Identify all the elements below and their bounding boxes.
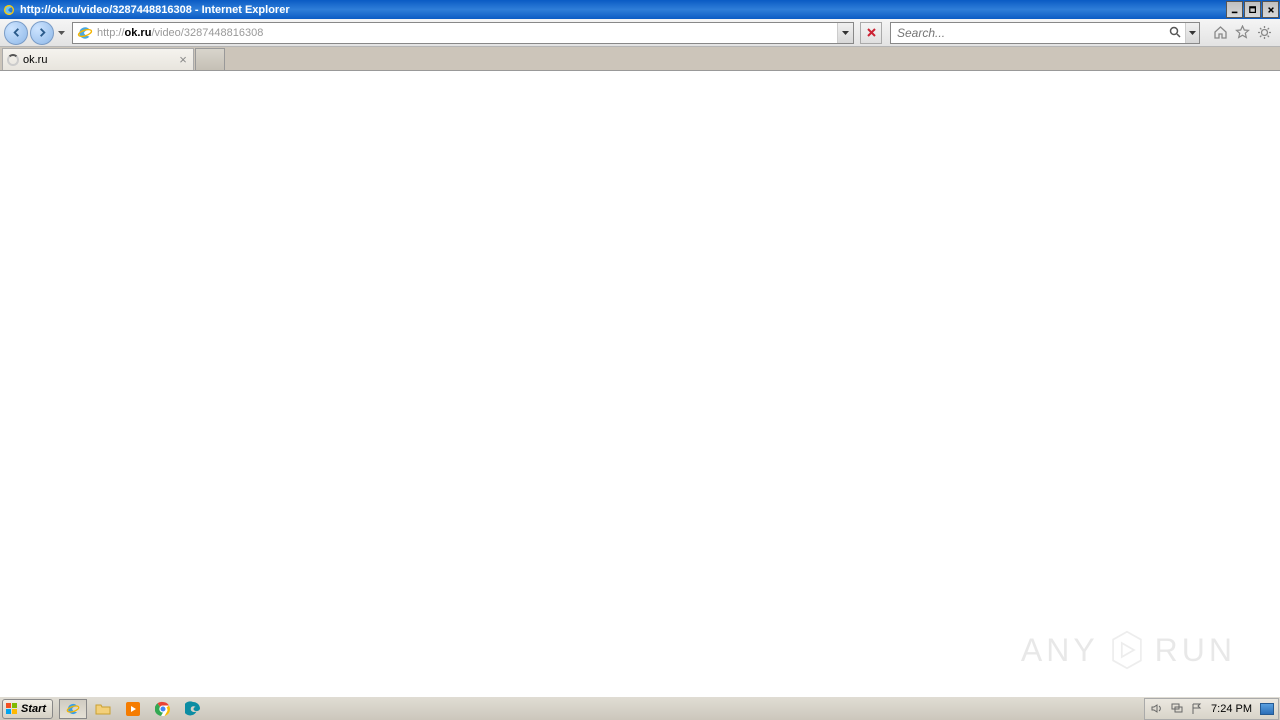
forward-button[interactable] <box>30 21 54 45</box>
window-controls <box>1226 0 1280 19</box>
browser-toolbar: http://ok.ru/video/3287448816308 <box>0 19 1280 47</box>
taskbar-edge-icon[interactable] <box>179 699 207 719</box>
start-button[interactable]: Start <box>2 699 53 719</box>
quick-launch <box>59 697 207 720</box>
window-titlebar: http://ok.ru/video/3287448816308 - Inter… <box>0 0 1280 19</box>
search-input[interactable] <box>891 23 1165 43</box>
url-text: http://ok.ru/video/3287448816308 <box>97 27 263 39</box>
taskbar-explorer-icon[interactable] <box>89 699 117 719</box>
tools-icon[interactable] <box>1256 25 1272 41</box>
taskbar-ie-icon[interactable] <box>59 699 87 719</box>
minimize-button[interactable] <box>1226 1 1243 18</box>
volume-icon[interactable] <box>1149 702 1163 716</box>
taskbar-chrome-icon[interactable] <box>149 699 177 719</box>
new-tab-button[interactable] <box>195 48 225 70</box>
taskbar-media-icon[interactable] <box>119 699 147 719</box>
browser-tab[interactable]: ok.ru × <box>2 48 194 70</box>
window-title: http://ok.ru/video/3287448816308 - Inter… <box>20 4 1226 16</box>
search-go-button[interactable] <box>1165 23 1185 43</box>
close-button[interactable] <box>1262 1 1279 18</box>
tab-close-button[interactable]: × <box>177 54 189 66</box>
maximize-button[interactable] <box>1244 1 1261 18</box>
tab-title: ok.ru <box>23 54 173 66</box>
start-label: Start <box>21 703 46 715</box>
watermark: ANY RUN <box>1021 630 1236 670</box>
page-icon <box>76 24 94 42</box>
flag-icon[interactable] <box>1189 702 1203 716</box>
tab-bar: ok.ru × <box>0 47 1280 71</box>
clock[interactable]: 7:24 PM <box>1209 703 1254 715</box>
loading-spinner-icon <box>7 54 19 66</box>
nav-history-dropdown[interactable] <box>56 22 66 44</box>
address-bar[interactable]: http://ok.ru/video/3287448816308 <box>72 22 854 44</box>
windows-flag-icon <box>5 702 19 716</box>
search-provider-dropdown[interactable] <box>1185 23 1199 43</box>
taskbar: Start 7:24 PM <box>0 696 1280 720</box>
devices-icon[interactable] <box>1169 702 1183 716</box>
back-button[interactable] <box>4 21 28 45</box>
page-content <box>0 71 1280 696</box>
search-box[interactable] <box>890 22 1200 44</box>
toolbar-icons <box>1212 25 1272 41</box>
favorites-icon[interactable] <box>1234 25 1250 41</box>
address-dropdown[interactable] <box>837 23 853 43</box>
ie-icon <box>2 3 16 17</box>
show-desktop-icon[interactable] <box>1260 703 1274 715</box>
system-tray: 7:24 PM <box>1144 698 1279 720</box>
stop-button[interactable] <box>860 22 882 44</box>
home-icon[interactable] <box>1212 25 1228 41</box>
